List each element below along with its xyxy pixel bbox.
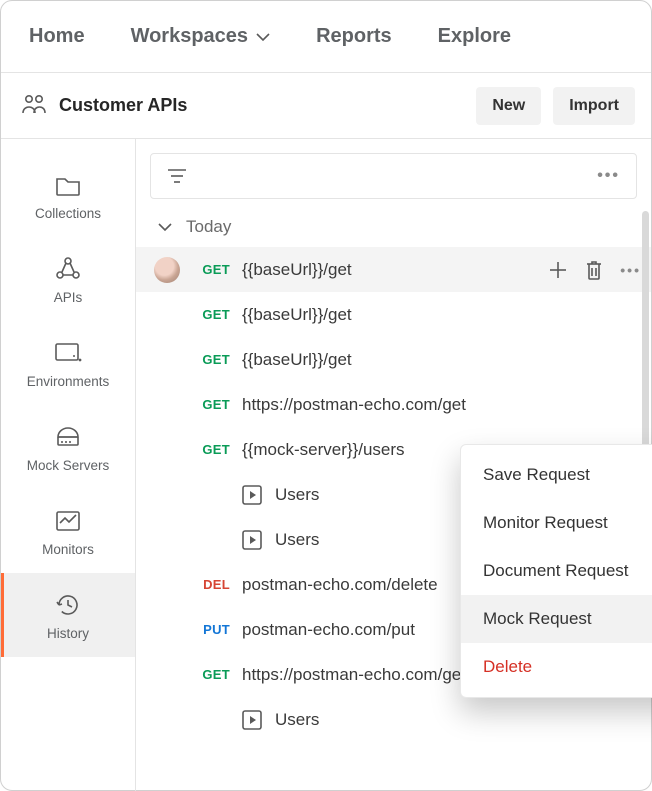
history-group-header[interactable]: Today: [136, 203, 651, 247]
history-group-label: Today: [186, 217, 231, 237]
sidebar-item-label: Environments: [27, 374, 110, 389]
menu-item-mock-request[interactable]: Mock Request: [461, 595, 652, 643]
history-icon: [55, 590, 81, 620]
menu-item-monitor-request[interactable]: Monitor Request: [461, 499, 652, 547]
request-url: Users: [275, 485, 319, 505]
history-row[interactable]: GET {{baseUrl}}/get: [136, 292, 651, 337]
chevron-down-icon: [158, 222, 172, 232]
sidebar-item-label: APIs: [54, 290, 83, 305]
method-badge: GET: [192, 352, 230, 367]
nav-workspaces[interactable]: Workspaces: [131, 25, 270, 48]
method-badge: GET: [192, 397, 230, 412]
request-url: Users: [275, 710, 319, 730]
menu-item-label: Save Request: [483, 465, 590, 485]
request-url: {{baseUrl}}/get: [242, 305, 352, 325]
context-menu: Save Request Monitor Request Document Requ…: [460, 444, 652, 698]
nav-home[interactable]: Home: [29, 25, 85, 48]
api-icon: [55, 254, 81, 284]
top-nav: Home Workspaces Reports Explore: [1, 1, 651, 73]
method-badge: DEL: [192, 577, 230, 592]
avatar: [154, 257, 180, 283]
sidebar-item-label: Monitors: [42, 542, 94, 557]
new-button[interactable]: New: [476, 87, 541, 125]
filter-bar: •••: [150, 153, 637, 199]
request-url: {{baseUrl}}/get: [242, 350, 352, 370]
menu-item-document-request[interactable]: Document Request: [461, 547, 652, 595]
request-url: postman-echo.com/put: [242, 620, 415, 640]
workspace-header: Customer APIs New Import: [1, 73, 651, 139]
sidebar-item-monitors[interactable]: Monitors: [1, 489, 135, 573]
sidebar-item-mock-servers[interactable]: Mock Servers: [1, 405, 135, 489]
team-icon: [21, 93, 47, 119]
sidebar-item-label: Mock Servers: [27, 458, 110, 473]
sidebar-item-apis[interactable]: APIs: [1, 237, 135, 321]
monitor-icon: [54, 506, 82, 536]
menu-item-label: Monitor Request: [483, 513, 608, 533]
plus-icon[interactable]: [548, 260, 568, 280]
request-url: {{mock-server}}/users: [242, 440, 405, 460]
more-icon[interactable]: •••: [620, 262, 641, 278]
sidebar-item-environments[interactable]: Environments: [1, 321, 135, 405]
request-url: https://postman-echo.com/get: [242, 665, 466, 685]
menu-item-delete[interactable]: Delete: [461, 643, 652, 691]
menu-item-label: Delete: [483, 657, 532, 677]
workspace-title: Customer APIs: [59, 95, 464, 116]
menu-item-label: Document Request: [483, 561, 629, 581]
example-icon: [241, 529, 263, 551]
sidebar-item-label: Collections: [35, 206, 101, 221]
example-icon: [241, 484, 263, 506]
history-row[interactable]: GET {{baseUrl}}/get •••: [136, 247, 651, 292]
server-icon: [54, 422, 82, 452]
menu-item-label: Mock Request: [483, 609, 592, 629]
method-badge: PUT: [192, 622, 230, 637]
nav-reports[interactable]: Reports: [316, 25, 392, 48]
method-badge: GET: [192, 667, 230, 682]
method-badge: GET: [192, 262, 230, 277]
nav-explore[interactable]: Explore: [438, 25, 511, 48]
folder-icon: [55, 170, 81, 200]
more-icon[interactable]: •••: [597, 167, 620, 185]
request-url: Users: [275, 530, 319, 550]
method-badge: GET: [192, 307, 230, 322]
sidebar-item-collections[interactable]: Collections: [1, 153, 135, 237]
request-url: {{baseUrl}}/get: [242, 260, 352, 280]
sidebar: Collections APIs Environments Mock Servers M…: [1, 139, 136, 791]
history-row[interactable]: GET https://postman-echo.com/get: [136, 382, 651, 427]
example-icon: [241, 709, 263, 731]
import-button[interactable]: Import: [553, 87, 635, 125]
trash-icon[interactable]: [584, 259, 604, 281]
filter-icon[interactable]: [167, 168, 187, 184]
method-badge: GET: [192, 442, 230, 457]
menu-item-save-request[interactable]: Save Request: [461, 451, 652, 499]
history-row[interactable]: GET {{baseUrl}}/get: [136, 337, 651, 382]
environments-icon: [54, 338, 82, 368]
sidebar-item-label: History: [47, 626, 89, 641]
request-url: postman-echo.com/delete: [242, 575, 438, 595]
sidebar-item-history[interactable]: History: [1, 573, 135, 657]
main-area: Collections APIs Environments Mock Servers M…: [1, 139, 651, 791]
chevron-down-icon: [256, 32, 270, 42]
request-url: https://postman-echo.com/get: [242, 395, 466, 415]
history-panel: ••• Today GET {{baseUrl}}/get ••• GET {{base…: [136, 139, 651, 791]
nav-workspaces-label: Workspaces: [131, 25, 248, 48]
row-actions: •••: [548, 259, 641, 281]
history-row[interactable]: Users: [136, 697, 651, 742]
